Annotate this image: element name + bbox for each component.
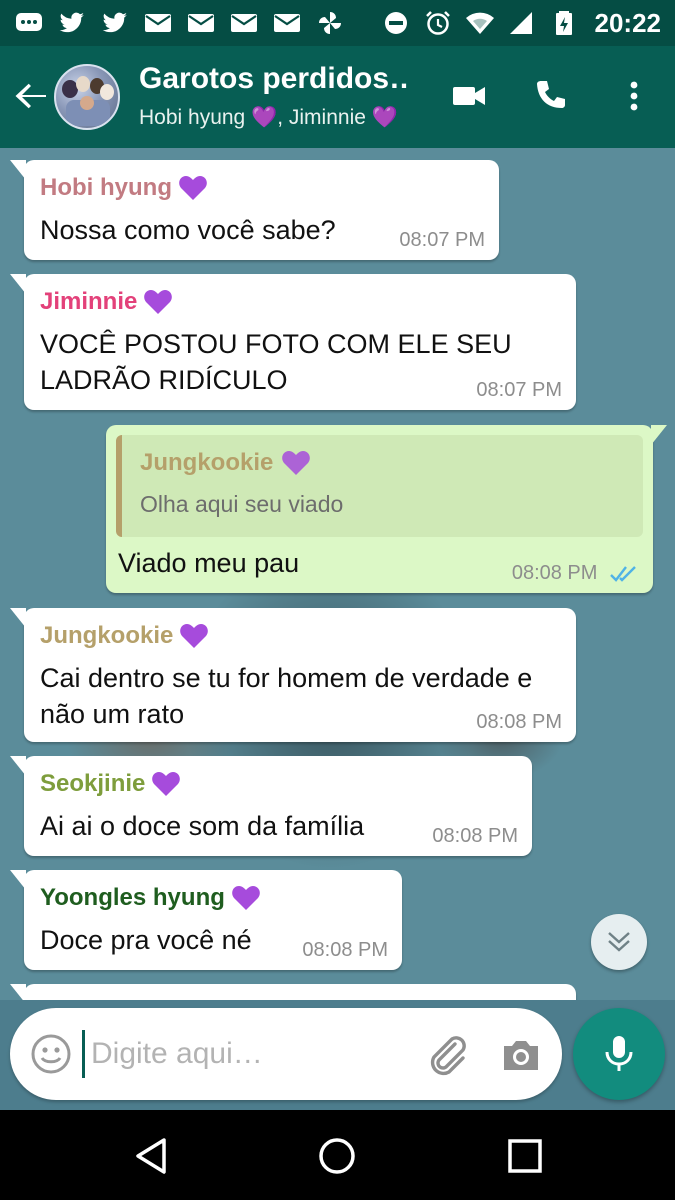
microphone-button[interactable] — [573, 1008, 665, 1100]
message-time: 08:07 PM — [399, 229, 485, 251]
purple-heart-icon — [179, 176, 207, 200]
message-time: 08:08 PM — [476, 711, 562, 733]
system-icons: 20:22 — [381, 7, 662, 39]
sender-label: Yoongles hyung — [40, 884, 225, 911]
message-bubble-partial[interactable] — [10, 984, 576, 1000]
purple-heart-icon — [282, 451, 311, 475]
chat-title[interactable]: Garotos perdidos… — [139, 62, 411, 96]
purple-heart-icon — [180, 624, 209, 648]
purple-heart-icon — [232, 886, 260, 910]
message-bubble[interactable]: Yoongles hyung Doce pra você né 08:08 PM — [10, 870, 402, 970]
purple-heart-icon — [144, 290, 173, 314]
notification-icons — [14, 10, 345, 36]
message-bubble[interactable]: Jungkookie Cai dentro se tu for homem de… — [10, 608, 576, 742]
quoted-text: Olha aqui seu viado — [140, 491, 344, 517]
back-triangle-icon[interactable] — [128, 1132, 176, 1180]
recents-square-icon[interactable] — [501, 1132, 549, 1180]
message-input[interactable] — [82, 1030, 402, 1078]
back-arrow-icon[interactable] — [14, 78, 50, 114]
wifi-icon — [465, 10, 495, 36]
double-chevron-down-icon — [608, 932, 630, 952]
message-composer — [10, 1008, 562, 1100]
do-not-disturb-icon — [381, 10, 411, 36]
quoted-message[interactable]: Jungkookie Olha aqui seu viado — [116, 435, 643, 537]
read-receipt-icon — [610, 565, 636, 582]
paperclip-icon[interactable] — [425, 1032, 471, 1078]
message-time: 08:07 PM — [476, 379, 562, 401]
system-nav-bar — [0, 1110, 675, 1200]
mail-icon — [229, 10, 259, 36]
message-bubble[interactable]: Hobi hyung Nossa como você sabe? 08:07 P… — [10, 160, 499, 260]
purple-heart-icon — [152, 772, 181, 796]
scroll-to-bottom-button[interactable] — [591, 914, 647, 970]
message-text: VOCÊ POSTOU FOTO COM ELE SEU LADRÃO RIDÍ… — [40, 329, 512, 395]
pinwheel-icon — [315, 10, 345, 36]
sender-label: Jungkookie — [40, 622, 174, 649]
message-bubble[interactable]: Seokjinie Ai ai o doce som da família 08… — [10, 756, 532, 856]
sender-label: Hobi hyung — [40, 174, 172, 201]
emoji-icon[interactable] — [30, 1033, 72, 1075]
twitter-icon — [57, 10, 87, 36]
message-time: 08:08 PM — [432, 825, 518, 847]
message-bubble-outgoing[interactable]: Jungkookie Olha aqui seu viado Viado meu… — [106, 425, 667, 593]
sender-name: Hobi hyung — [40, 172, 483, 204]
microphone-icon — [605, 1036, 633, 1071]
sender-name: Yoongles hyung — [40, 882, 386, 914]
sender-label: Jiminnie — [40, 288, 138, 315]
message-time-row: 08:08 PM — [512, 562, 639, 585]
battery-charging-icon — [549, 10, 579, 36]
sender-name: Jungkookie — [40, 620, 560, 652]
quoted-sender-label: Jungkookie — [140, 449, 274, 476]
clock: 20:22 — [594, 7, 662, 38]
mail-icon — [143, 10, 173, 36]
message-time: 08:08 PM — [302, 939, 388, 961]
message-list[interactable]: Hobi hyung Nossa como você sabe? 08:07 P… — [0, 148, 675, 1000]
message-bubble[interactable]: Jiminnie VOCÊ POSTOU FOTO COM ELE SEU LA… — [10, 274, 576, 410]
alarm-icon — [423, 10, 453, 36]
message-time: 08:08 PM — [511, 562, 598, 584]
home-circle-icon[interactable] — [313, 1132, 361, 1180]
twitter-icon — [100, 10, 130, 36]
more-vert-icon[interactable] — [612, 74, 656, 118]
chat-bubble-icon — [14, 10, 44, 36]
video-call-icon[interactable] — [447, 74, 491, 118]
sender-label: Seokjinie — [40, 770, 146, 797]
mail-icon — [272, 10, 302, 36]
quoted-sender: Jungkookie — [140, 449, 625, 477]
phone-icon[interactable] — [528, 74, 572, 118]
status-bar: 20:22 — [0, 0, 675, 46]
group-avatar[interactable] — [54, 64, 120, 130]
mail-icon — [186, 10, 216, 36]
sender-name: Seokjinie — [40, 768, 516, 800]
signal-icon — [507, 10, 537, 36]
chat-participants[interactable]: Hobi hyung 💜, Jiminnie 💜 — [139, 106, 419, 130]
chat-header: Garotos perdidos… Hobi hyung 💜, Jiminnie… — [0, 46, 675, 148]
camera-icon[interactable] — [498, 1032, 544, 1078]
sender-name: Jiminnie — [40, 286, 560, 318]
